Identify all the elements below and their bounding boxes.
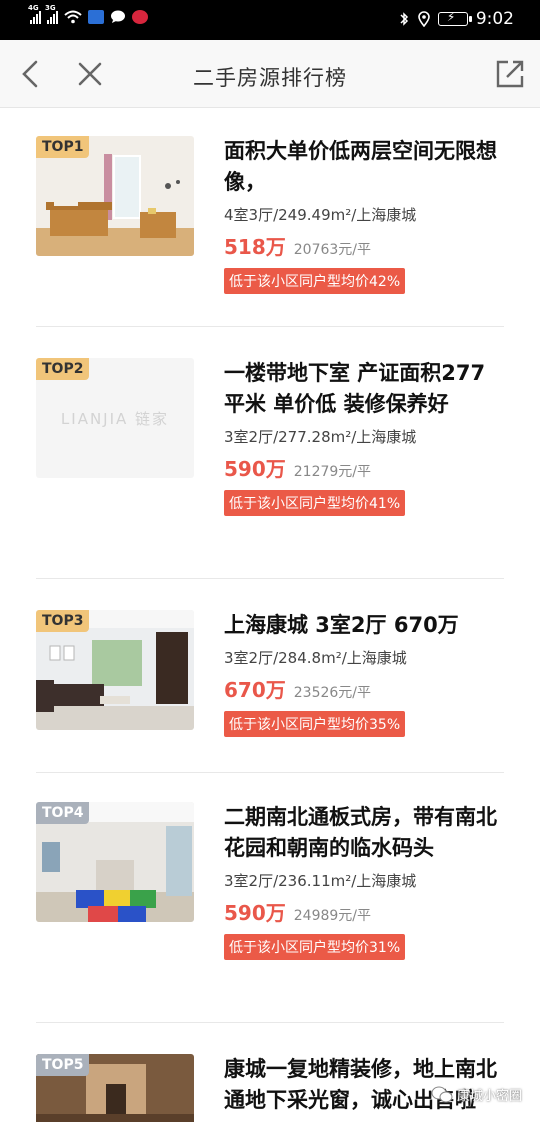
- total-price: 670万: [224, 678, 286, 702]
- listing-photo[interactable]: LIANJIA 链家 TOP2: [36, 358, 194, 478]
- listing-info: 面积大单价低两层空间无限想像， 4室3厅/249.49m²/上海康城 518万 …: [224, 136, 504, 294]
- divider: [36, 326, 504, 327]
- listing-info: 二期南北通板式房，带有南北花园和朝南的临水码头 3室2厅/236.11m²/上海…: [224, 802, 504, 960]
- discount-tag: 低于该小区同户型均价42%: [224, 268, 406, 294]
- bank-notification-icon: [132, 10, 148, 24]
- divider: [36, 772, 504, 773]
- vibrate-icon: [400, 12, 408, 26]
- status-left: 4G 3G: [28, 4, 148, 24]
- listing-title[interactable]: 上海康城 3室2厅 670万: [224, 610, 504, 641]
- rank-badge: TOP5: [36, 1054, 90, 1076]
- listing-spec: 3室2厅/277.28m²/上海康城: [224, 428, 417, 446]
- rank-badge: TOP3: [36, 610, 90, 632]
- price-line: 590万 24989元/平: [224, 897, 504, 926]
- total-price: 518万: [224, 235, 286, 259]
- rank-badge: TOP1: [36, 136, 90, 158]
- share-button[interactable]: [490, 54, 530, 94]
- lianjia-logo-placeholder: LIANJIA 链家: [60, 410, 170, 428]
- price-line: 518万 20763元/平: [224, 231, 504, 260]
- wifi-icon: [64, 10, 82, 24]
- total-price: 590万: [224, 457, 286, 481]
- page-title: 二手房源排行榜: [193, 66, 347, 90]
- clock: 9:02: [475, 9, 514, 29]
- share-icon: [496, 60, 524, 88]
- network-type-label: 4G: [28, 4, 39, 12]
- listing-title[interactable]: 面积大单价低两层空间无限想像，: [224, 136, 504, 198]
- rank-badge: TOP4: [36, 802, 90, 824]
- listing-info: 上海康城 3室2厅 670万 3室2厅/284.8m²/上海康城 670万 23…: [224, 610, 504, 737]
- unit-price: 20763元/平: [293, 242, 372, 258]
- listing-photo[interactable]: TOP1: [36, 136, 194, 256]
- signal-icon: 4G: [28, 4, 41, 24]
- discount-tag: 低于该小区同户型均价41%: [224, 490, 406, 516]
- app-notification-icon: [88, 10, 104, 24]
- wechat-icon: [431, 1086, 453, 1102]
- listing-photo[interactable]: TOP3: [36, 610, 194, 730]
- status-bar: 4G 3G ⚡ 9:02: [0, 0, 540, 40]
- rank-badge: TOP2: [36, 358, 90, 380]
- network-type-label: 3G: [45, 4, 56, 12]
- discount-tag: 低于该小区同户型均价35%: [224, 711, 406, 737]
- battery-icon: ⚡: [437, 10, 472, 26]
- nav-bar: 二手房源排行榜: [0, 40, 540, 108]
- listing-title[interactable]: 二期南北通板式房，带有南北花园和朝南的临水码头: [224, 802, 504, 864]
- discount-tag: 低于该小区同户型均价31%: [224, 934, 406, 960]
- chat-notification-icon: [111, 10, 125, 23]
- listing-photo[interactable]: TOP4: [36, 802, 194, 922]
- total-price: 590万: [224, 901, 286, 925]
- price-line: 670万 23526元/平: [224, 674, 504, 703]
- listing-spec: 4室3厅/249.49m²/上海康城: [224, 206, 417, 224]
- listing-title[interactable]: 一楼带地下室 产证面积277平米 单价低 装修保养好: [224, 358, 504, 420]
- status-right: ⚡ 9:02: [398, 9, 514, 29]
- unit-price: 23526元/平: [293, 685, 372, 701]
- divider: [36, 1022, 504, 1023]
- watermark-text: 康城小密圈: [456, 1089, 522, 1104]
- price-line: 590万 21279元/平: [224, 453, 504, 482]
- listing-spec: 3室2厅/236.11m²/上海康城: [224, 872, 417, 890]
- unit-price: 21279元/平: [293, 464, 372, 480]
- divider: [36, 578, 504, 579]
- watermark: 康城小密圈: [431, 1085, 522, 1104]
- listing-spec: 3室2厅/284.8m²/上海康城: [224, 649, 407, 667]
- unit-price: 24989元/平: [293, 908, 372, 924]
- listing-photo[interactable]: TOP5: [36, 1054, 194, 1122]
- listing-info: 一楼带地下室 产证面积277平米 单价低 装修保养好 3室2厅/277.28m²…: [224, 358, 504, 516]
- signal-icon: 3G: [45, 4, 58, 24]
- location-icon: [418, 11, 430, 27]
